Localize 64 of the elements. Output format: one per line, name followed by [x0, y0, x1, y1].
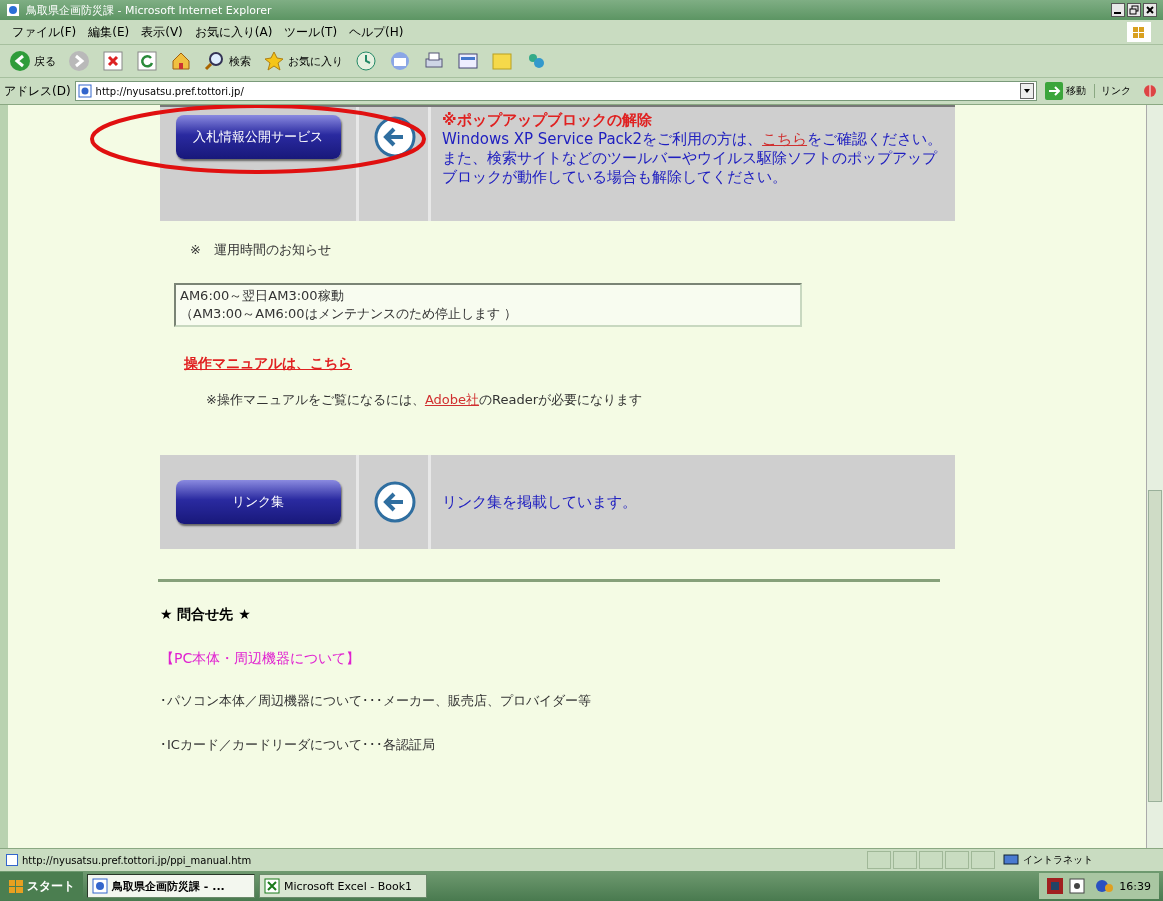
favorites-icon [263, 50, 285, 72]
notice-heading: ※ 運用時間のお知らせ [190, 241, 331, 259]
back-icon [9, 50, 31, 72]
status-url: http://nyusatsu.pref.tottori.jp/ppi_manual.htm [0, 854, 865, 866]
restore-icon[interactable] [1127, 3, 1141, 17]
notice-title: ※ポップアップブロックの解除 [442, 111, 653, 130]
contact-item: ･パソコン本体／周辺機器について･･･メーカー、販売店、プロバイダー等 [160, 692, 591, 710]
menu-item[interactable]: お気に入り(A) [194, 23, 273, 41]
browser-icon [92, 878, 108, 894]
back-button[interactable]: 戻る [6, 48, 59, 74]
address-field[interactable]: http://nyusatsu.pref.tottori.jp/ [74, 81, 1037, 101]
menu-item[interactable]: ファイル(F) [12, 23, 77, 41]
help-tray-icon[interactable] [1069, 878, 1086, 894]
menu-item[interactable]: 編集(E) [88, 23, 130, 41]
refresh-icon [136, 50, 158, 72]
contact-item: ･ICカード／カードリーダについて･･･各認証局 [160, 736, 435, 754]
stop-icon [102, 50, 124, 72]
clock: 16:39 [1119, 879, 1151, 893]
search-button[interactable]: 検索 [201, 48, 254, 74]
menu-item[interactable]: ツール(T) [284, 23, 338, 41]
forward-icon [68, 50, 90, 72]
ie-logo-icon[interactable] [6, 3, 20, 17]
taskbar-button[interactable]: Microsoft Excel - Book1 [259, 874, 427, 898]
service-button[interactable]: リンク集 [175, 480, 341, 524]
status-pane [971, 851, 995, 869]
hours-text: （AM3:00～AM6:00はメンテナンスのため停止します ） [180, 305, 518, 323]
notice-text: リンク集を掲載しています。 [442, 492, 638, 512]
adobe-link[interactable]: Adobe社 [424, 392, 480, 407]
scroll-thumb[interactable] [1148, 490, 1162, 802]
contact-heading: ★ 問合せ先 ★ [160, 606, 251, 624]
status-pane [893, 851, 917, 869]
windows-logo-icon [8, 878, 24, 894]
taskbar-button[interactable]: 鳥取県企画防災課 - ... [87, 874, 255, 898]
manual-link[interactable]: 操作マニュアルは、こちら [184, 355, 352, 373]
close-icon[interactable] [1143, 3, 1157, 17]
network-icon[interactable] [1003, 854, 1019, 866]
scrollbar[interactable] [1146, 105, 1163, 848]
manual-note: ※操作マニュアルをご覧になるには、Adobe社のReaderが必要になります [206, 391, 643, 409]
status-pane [919, 851, 943, 869]
menu-item[interactable]: ヘルプ(H) [349, 23, 404, 41]
history-icon [355, 50, 377, 72]
spreadsheet-icon [264, 878, 280, 894]
search-icon [204, 50, 226, 72]
app-tray-icon[interactable] [1047, 878, 1064, 894]
favorites-button[interactable]: お気に入り [260, 48, 346, 74]
section-heading: 【PC本体・周辺機器について】 [160, 650, 361, 668]
minimize-icon[interactable] [1111, 3, 1125, 17]
start-button[interactable]: スタート [0, 872, 83, 900]
home-icon [170, 50, 192, 72]
hours-text: AM6:00～翌日AM3:00稼動 [180, 287, 345, 305]
zone-indicator: イントラネット [997, 853, 1163, 867]
windows-logo-icon[interactable] [1127, 22, 1151, 42]
window-title: 鳥取県企画防災課 - Microsoft Internet Explorer [26, 2, 273, 18]
page-icon[interactable] [6, 854, 18, 866]
dropdown-icon[interactable] [1020, 83, 1034, 99]
address-label: アドレス(D) [4, 82, 71, 100]
service-button[interactable]: 入札情報公開サービス [175, 115, 341, 159]
links-button[interactable]: リンク [1094, 84, 1137, 98]
go-button[interactable]: 移動 [1041, 82, 1090, 100]
status-pane [945, 851, 969, 869]
page-icon[interactable] [77, 84, 92, 98]
notice-text: Windows XP Service Pack2をご利用の方は、こちら をご確認ください。また、検索サイトなどのツールバーやウイルス駆除ソフトのポップアップブロックが動作している場合も解除してください。 [442, 130, 944, 187]
status-pane [867, 851, 891, 869]
menu-item[interactable]: 表示(V) [141, 23, 183, 41]
